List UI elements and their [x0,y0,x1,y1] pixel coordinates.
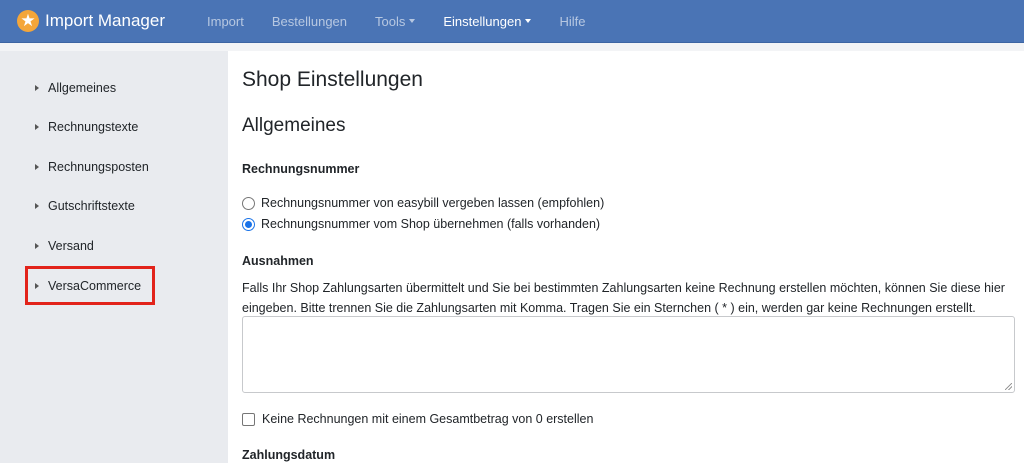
sidebar-item-label: Allgemeines [48,81,117,95]
nav-item-einstellungen[interactable]: Einstellungen [443,13,532,29]
payment-date-label: Zahlungsdatum [242,448,336,462]
caret-right-icon [35,164,39,170]
sidebar-item-allgemeines[interactable]: Allgemeines [35,78,116,98]
sidebar-item-label: Rechnungstexte [48,120,139,134]
brand-title: Import Manager [45,11,165,30]
nav-item-tools[interactable]: Tools [375,13,416,29]
sidebar-item-label: Rechnungsposten [48,160,149,174]
radio-shop-number[interactable]: Rechnungsnummer vom Shop übernehmen (fal… [242,217,600,231]
highlight-annotation [25,266,155,305]
nav-item-bestellungen[interactable]: Bestellungen [272,14,347,29]
invoice-number-label: Rechnungsnummer [242,162,360,176]
nav-item-label: Import [207,13,244,29]
sidebar-item-label: Gutschriftstexte [48,199,135,213]
caret-right-icon [35,124,39,130]
radio-label: Rechnungsnummer von easybill vergeben la… [261,196,605,210]
caret-right-icon [35,85,39,91]
radio-label: Rechnungsnummer vom Shop übernehmen (fal… [261,217,601,231]
radio-button-checked[interactable] [242,217,255,231]
caret-right-icon [35,243,39,249]
zero-total-checkbox-row[interactable]: Keine Rechnungen mit einem Gesamtbetrag … [242,412,593,426]
header-divider [0,43,1024,51]
top-navbar: ★ Import Manager Import Bestellungen Too… [0,0,1024,43]
settings-sidebar: Allgemeines Rechnungstexte Rechnungspost… [0,51,228,463]
nav-item-label: Einstellungen [443,13,522,29]
page-title: Shop Einstellungen [242,68,423,91]
brand[interactable]: ★ Import Manager [17,0,165,43]
nav-item-label: Hilfe [559,13,586,29]
caret-right-icon [35,203,39,209]
nav-item-label: Bestellungen [271,13,348,29]
radio-button[interactable] [242,196,255,210]
nav-item-hilfe[interactable]: Hilfe [559,14,585,29]
sidebar-item-versand[interactable]: Versand [35,236,94,256]
star-icon: ★ [17,10,39,32]
exceptions-label: Ausnahmen [242,254,314,268]
checkbox[interactable] [242,412,255,426]
sidebar-item-label: Versand [48,239,94,253]
exceptions-help-text: Falls Ihr Shop Zahlungsarten übermittelt… [242,281,1005,315]
sidebar-item-rechnungsposten[interactable]: Rechnungsposten [35,157,149,177]
caret-down-icon [525,19,532,23]
resize-grip-icon[interactable] [1005,383,1012,390]
settings-main: Shop Einstellungen Allgemeines Rechnungs… [228,51,1024,463]
section-title: Allgemeines [242,115,346,136]
sidebar-item-rechnungstexte[interactable]: Rechnungstexte [35,117,138,137]
radio-easybill-number[interactable]: Rechnungsnummer von easybill vergeben la… [242,196,604,210]
checkbox-label: Keine Rechnungen mit einem Gesamtbetrag … [262,412,594,426]
exceptions-textarea[interactable] [242,316,1015,393]
nav-item-import[interactable]: Import [207,14,244,29]
sidebar-item-gutschriftstexte[interactable]: Gutschriftstexte [35,196,135,216]
nav-menu: Import Bestellungen Tools Einstellungen … [207,0,613,43]
caret-down-icon [409,19,416,23]
nav-item-label: Tools [375,13,406,29]
